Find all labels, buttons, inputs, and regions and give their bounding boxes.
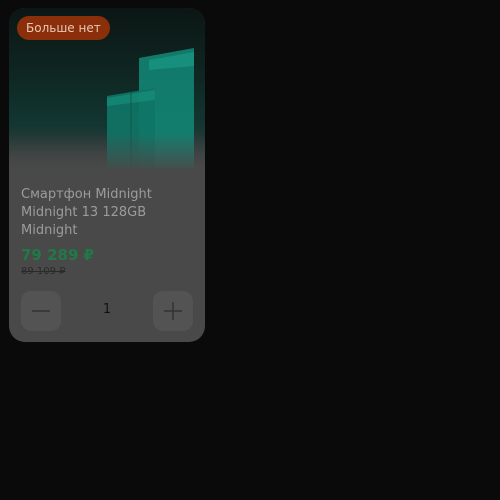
- minus-icon: [32, 310, 50, 312]
- decrease-quantity-button[interactable]: [21, 291, 61, 331]
- product-image: Больше нет: [9, 8, 205, 173]
- out-of-stock-badge: Больше нет: [17, 16, 110, 40]
- quantity-value: 1: [102, 302, 112, 317]
- product-card[interactable]: Больше нет Смартфон Midnight Midnight 13…: [9, 8, 205, 342]
- old-price: 89 109 ₽: [21, 266, 66, 277]
- product-title[interactable]: Смартфон Midnight Midnight 13 128GB Midn…: [21, 186, 197, 240]
- increase-quantity-button[interactable]: [153, 291, 193, 331]
- current-price: 79 289 ₽: [21, 246, 95, 264]
- plus-icon: [164, 302, 182, 320]
